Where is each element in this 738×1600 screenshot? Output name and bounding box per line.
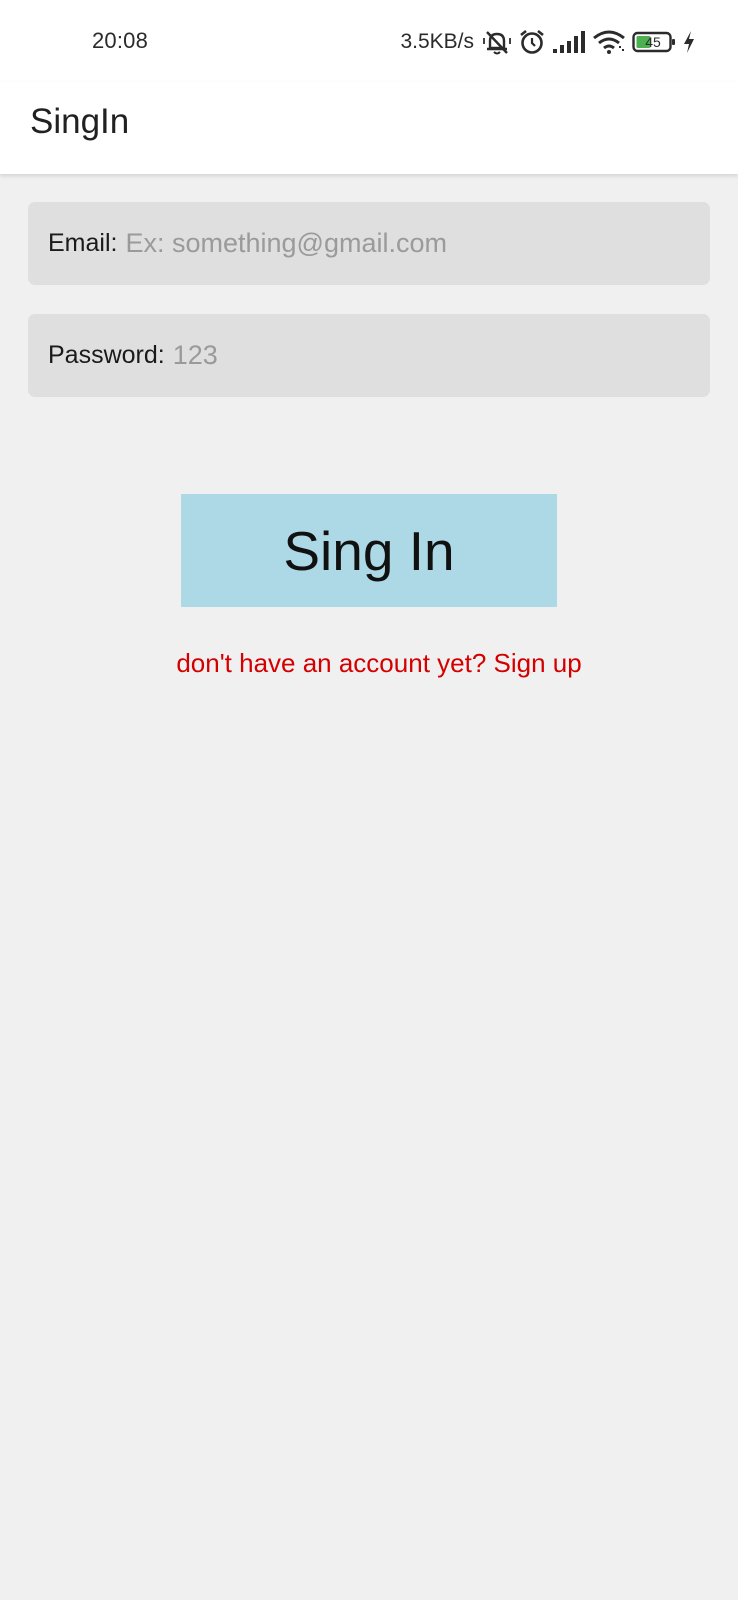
charging-icon (682, 30, 696, 54)
signin-button[interactable]: Sing In (181, 494, 557, 607)
alarm-icon (518, 28, 546, 56)
email-label: Email: (48, 229, 118, 257)
status-bar: 20:08 3.5KB/s 45 (0, 0, 738, 82)
battery-icon: 45 (632, 30, 676, 54)
muted-bell-icon (482, 28, 512, 56)
password-input[interactable] (172, 340, 710, 371)
email-field[interactable]: Email: (28, 202, 710, 285)
network-speed: 3.5KB/s (400, 30, 474, 53)
battery-level: 45 (645, 34, 661, 50)
status-time: 20:08 (92, 28, 149, 53)
wifi-icon (592, 29, 626, 55)
signal-icon (552, 30, 586, 54)
email-input[interactable] (125, 228, 710, 259)
status-icons: 3.5KB/s 45 (400, 24, 696, 60)
app-bar: SingIn (0, 82, 738, 174)
page-title: SingIn (30, 102, 130, 141)
password-field[interactable]: Password: (28, 314, 710, 397)
password-label: Password: (48, 341, 165, 369)
signup-link[interactable]: don't have an account yet? Sign up (0, 648, 738, 679)
